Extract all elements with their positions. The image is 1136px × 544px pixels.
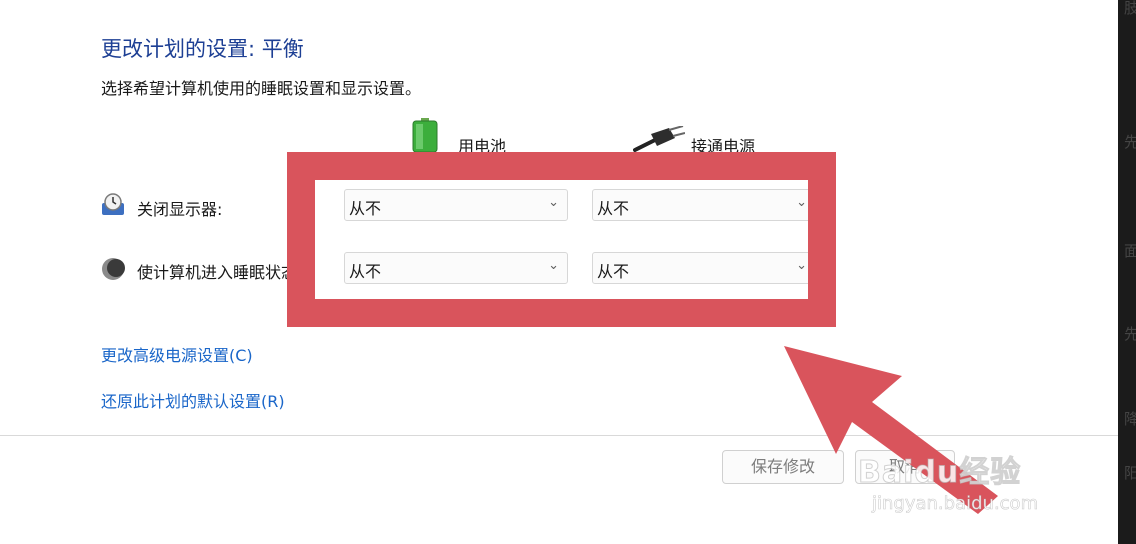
edge-text: 先 <box>1124 133 1136 151</box>
baidu-watermark-url: jingyan.baidu.com <box>872 493 1039 515</box>
turn-off-display-label: 关闭显示器: <box>137 200 223 219</box>
moon-icon <box>102 258 125 280</box>
power-plug-icon <box>633 126 685 152</box>
edge-text: 阳 <box>1124 464 1136 482</box>
page-subtitle: 选择希望计算机使用的睡眠设置和显示设置。 <box>101 79 422 98</box>
edge-text: 先 <box>1124 325 1136 343</box>
page-title: 更改计划的设置: 平衡 <box>101 37 304 61</box>
battery-icon <box>412 118 438 152</box>
monitor-clock-icon <box>102 193 124 215</box>
edge-text: 肢 <box>1124 0 1136 17</box>
highlight-frame <box>287 152 836 327</box>
edge-text: 降 <box>1124 410 1136 428</box>
sleep-label: 使计算机进入睡眠状态: <box>137 263 303 282</box>
edge-text: 面 <box>1124 242 1136 260</box>
restore-defaults-link[interactable]: 还原此计划的默认设置(R) <box>101 388 285 412</box>
advanced-power-settings-link[interactable]: 更改高级电源设置(C) <box>101 342 253 366</box>
baidu-watermark: Baidu经验 <box>857 455 1022 491</box>
